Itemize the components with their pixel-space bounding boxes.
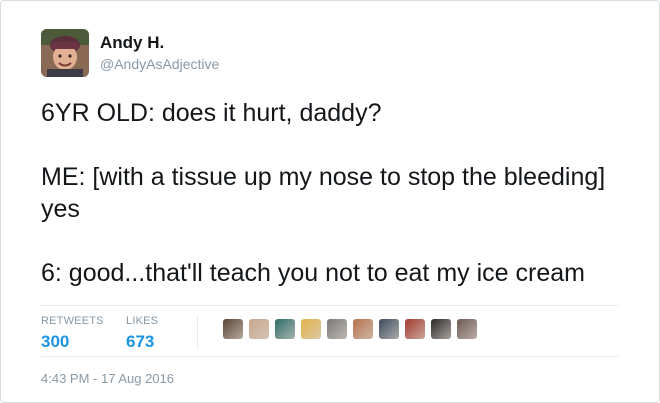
liker-avatar[interactable] [405, 319, 425, 339]
liker-avatar[interactable] [379, 319, 399, 339]
tweet-timestamp[interactable]: 4:43 PM - 17 Aug 2016 [41, 371, 174, 386]
tweet-text: 6YR OLD: does it hurt, daddy? ME: [with … [41, 97, 641, 289]
avatar-image [41, 29, 89, 77]
liker-avatar[interactable] [275, 319, 295, 339]
liker-avatar[interactable] [327, 319, 347, 339]
avatar[interactable] [41, 29, 89, 77]
retweets-stat[interactable]: RETWEETS 300 [41, 315, 104, 353]
liker-avatar[interactable] [301, 319, 321, 339]
liker-avatar[interactable] [431, 319, 451, 339]
stats-divider-top [41, 305, 619, 306]
likes-label: LIKES [126, 315, 159, 327]
author-handle[interactable]: @AndyAsAdjective [100, 54, 219, 74]
retweets-label: RETWEETS [41, 315, 104, 327]
author-names: Andy H. @AndyAsAdjective [100, 33, 219, 74]
likes-count[interactable]: 673 [126, 331, 158, 353]
tweet-line: ME: [with a tissue up my nose to stop th… [41, 163, 606, 223]
tweet-header: Andy H. @AndyAsAdjective [41, 29, 219, 77]
liker-avatars [223, 319, 483, 339]
tweet-card: Andy H. @AndyAsAdjective 6YR OLD: does i… [0, 0, 660, 403]
tweet-line: 6: good...that'll teach you not to eat m… [41, 259, 585, 287]
liker-avatar[interactable] [249, 319, 269, 339]
liker-avatar[interactable] [457, 319, 477, 339]
retweets-count[interactable]: 300 [41, 331, 104, 353]
stats-divider-bottom [41, 356, 619, 357]
stats-separator [197, 315, 198, 350]
display-name[interactable]: Andy H. [100, 33, 219, 53]
liker-avatar[interactable] [353, 319, 373, 339]
tweet-line: 6YR OLD: does it hurt, daddy? [41, 99, 382, 127]
liker-avatar[interactable] [223, 319, 243, 339]
likes-stat[interactable]: LIKES 673 [126, 315, 158, 353]
